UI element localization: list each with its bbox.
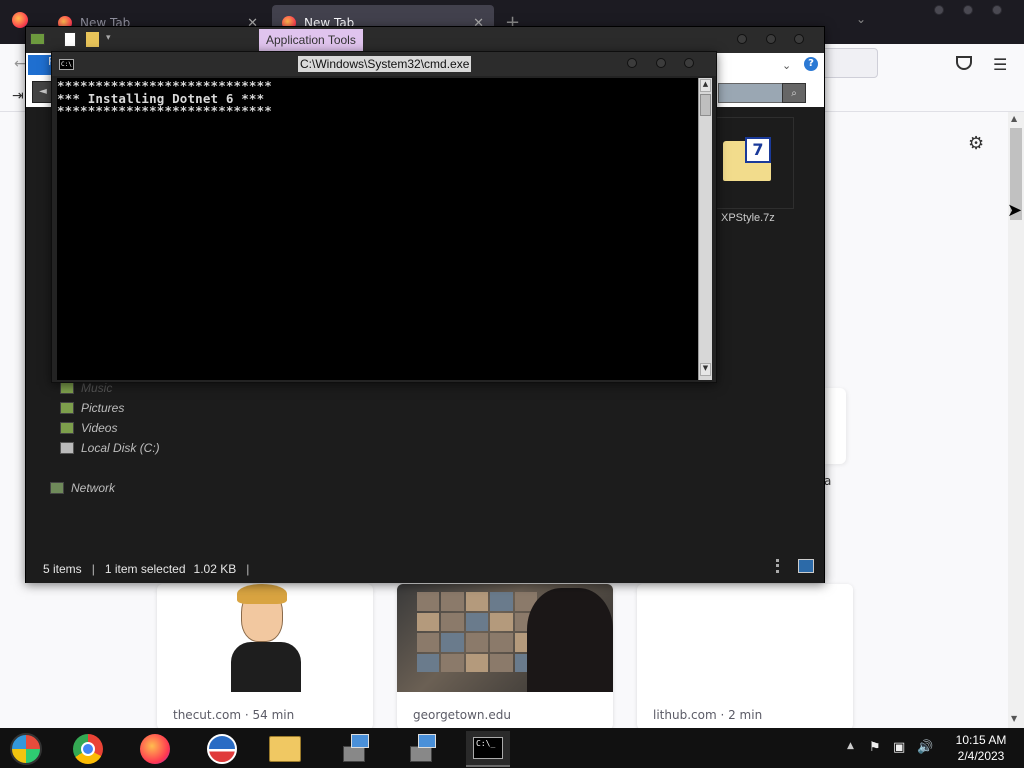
import-bookmarks-icon[interactable]: ⇥ (12, 88, 24, 104)
scroll-down-arrow-icon[interactable]: ▼ (700, 363, 711, 376)
chrome-icon (73, 734, 103, 764)
scroll-up-arrow-icon[interactable]: ▲ (1011, 114, 1017, 123)
installer-icon (408, 734, 436, 764)
story-source: thecut.com · 54 min (173, 708, 295, 722)
properties-icon[interactable] (30, 33, 45, 45)
new-folder-icon[interactable] (86, 32, 99, 47)
mouse-pointer-icon: ➤ (1007, 200, 1023, 221)
nav-item-network[interactable]: Network (50, 481, 115, 495)
7zip-badge-icon: 7 (745, 137, 771, 163)
show-hidden-icons-icon[interactable]: ▲ (847, 741, 854, 751)
console-text: **************************** *** Installi… (57, 79, 272, 118)
nav-item-local-disk[interactable]: Local Disk (C:) (60, 441, 160, 455)
shortcut-tile-label: a (824, 474, 832, 488)
app-icon (207, 734, 237, 764)
maximize-icon[interactable] (963, 5, 973, 15)
status-item-count: 5 items (43, 562, 82, 576)
action-center-flag-icon[interactable]: ⚑ (869, 740, 881, 755)
application-tools-tab[interactable]: Application Tools (259, 29, 363, 51)
nav-item-pictures[interactable]: Pictures (60, 401, 124, 415)
cmd-icon[interactable]: C:\ (59, 59, 74, 70)
taskbar-installer[interactable] (333, 731, 377, 767)
system-clock[interactable]: 10:15 AM 2/4/2023 (943, 732, 1019, 764)
console-output-area[interactable]: **************************** *** Installi… (57, 78, 698, 380)
maximize-icon[interactable] (656, 58, 666, 68)
taskbar-chrome[interactable] (66, 731, 110, 767)
taskbar-file-explorer[interactable] (263, 731, 307, 767)
customize-toolbar-arrow-icon[interactable]: ▾ (106, 33, 111, 43)
network-icon (50, 482, 64, 494)
help-icon[interactable]: ? (804, 57, 818, 71)
scroll-up-arrow-icon[interactable]: ▲ (700, 79, 711, 92)
windows-orb-icon (10, 733, 42, 765)
status-size: 1.02 KB (193, 562, 237, 576)
story-card[interactable]: lithub.com · 2 min (637, 584, 853, 730)
story-source: lithub.com · 2 min (653, 708, 763, 722)
command-prompt-window: C:\ C:\Windows\System32\cmd.exe ********… (51, 51, 717, 383)
minimize-icon[interactable] (627, 58, 637, 68)
close-window-icon[interactable] (794, 34, 804, 44)
nav-item-videos[interactable]: Videos (60, 421, 117, 435)
window-title: C:\Windows\System32\cmd.exe (298, 56, 472, 72)
minimize-icon[interactable] (737, 34, 747, 44)
maximize-icon[interactable] (766, 34, 776, 44)
hamburger-menu-icon[interactable]: ☰ (993, 55, 1007, 74)
search-icon[interactable]: ⌕ (782, 83, 806, 103)
taskbar-installer[interactable] (400, 731, 444, 767)
folder-icon (269, 736, 301, 762)
network-status-icon[interactable]: ▣ (893, 740, 905, 755)
taskbar-firefox[interactable] (133, 731, 177, 767)
videos-folder-icon (60, 422, 74, 434)
story-source: georgetown.edu (413, 708, 511, 722)
explorer-title-bar[interactable]: ▾ Application Tools (26, 27, 824, 53)
file-tab[interactable]: F (28, 55, 54, 75)
story-image (637, 584, 853, 692)
details-view-icon[interactable] (776, 559, 790, 573)
status-separator: | (246, 562, 250, 576)
clock-date: 2/4/2023 (957, 749, 1005, 763)
back-arrow-icon[interactable]: ← (14, 56, 26, 72)
list-all-tabs-icon[interactable]: ⌄ (856, 12, 866, 26)
chevron-down-icon[interactable]: ⌄ (782, 59, 791, 72)
local-disk-icon (60, 442, 74, 454)
status-bar: 5 items | 1 item selected 1.02 KB | (26, 555, 824, 583)
console-line: **************************** (57, 103, 272, 118)
story-image (157, 584, 373, 692)
story-card[interactable]: thecut.com · 54 min (157, 584, 373, 730)
taskbar-app[interactable] (200, 731, 244, 767)
scroll-down-arrow-icon[interactable]: ▼ (1011, 714, 1017, 723)
url-bar[interactable] (820, 48, 878, 78)
scrollbar-thumb[interactable] (700, 94, 711, 116)
firefox-icon (140, 734, 170, 764)
new-document-icon[interactable] (64, 32, 76, 47)
gear-icon[interactable]: ⚙ (968, 133, 984, 154)
cmd-icon: C:\_ (473, 737, 503, 759)
music-folder-icon (60, 382, 74, 394)
large-icons-view-icon[interactable] (798, 559, 814, 573)
status-selection: 1 item selected (104, 562, 186, 576)
pictures-folder-icon (60, 402, 74, 414)
shortcut-tile[interactable] (824, 388, 846, 464)
close-window-icon[interactable] (992, 5, 1002, 15)
cmd-title-bar[interactable]: C:\ C:\Windows\System32\cmd.exe (52, 52, 716, 76)
nav-item-music[interactable]: Music (60, 381, 112, 395)
taskbar-command-prompt[interactable]: C:\_ (466, 731, 510, 767)
start-button[interactable] (4, 731, 48, 767)
status-separator: | (91, 562, 95, 576)
story-card[interactable]: georgetown.edu (397, 584, 613, 730)
volume-icon[interactable]: 🔊 (917, 740, 933, 755)
console-scrollbar[interactable]: ▲ ▼ (698, 78, 712, 380)
installer-icon (341, 734, 369, 764)
clock-time: 10:15 AM (955, 733, 1007, 747)
minimize-icon[interactable] (934, 5, 944, 15)
story-image (397, 584, 613, 692)
file-name: XPStyle.7z (721, 212, 775, 224)
close-window-icon[interactable] (684, 58, 694, 68)
